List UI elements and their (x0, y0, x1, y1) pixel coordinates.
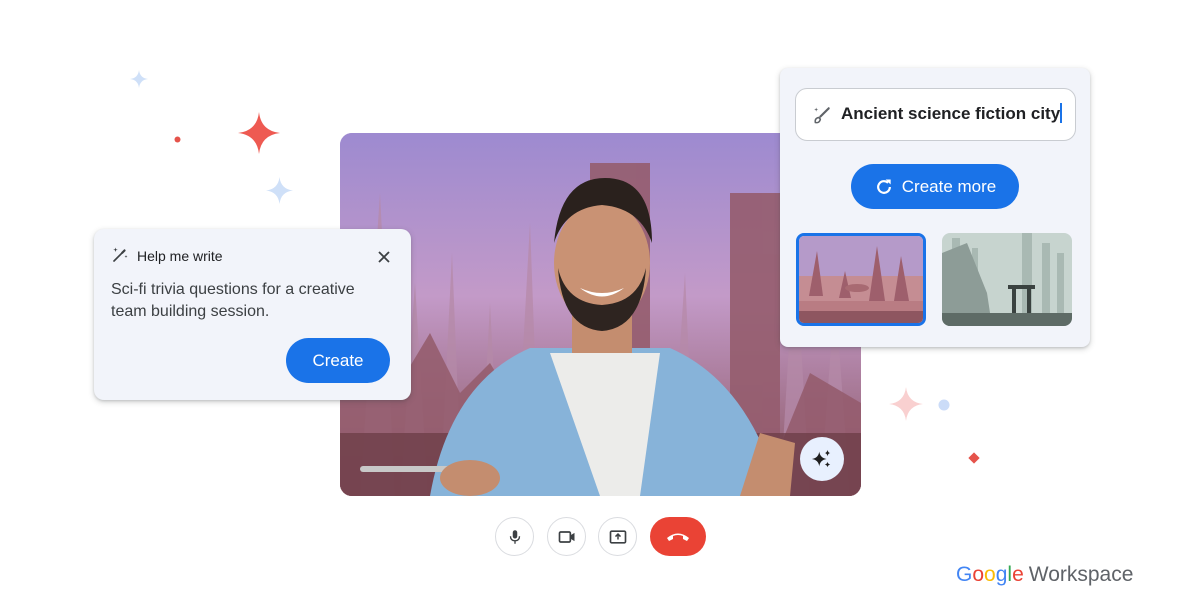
mic-icon (509, 529, 520, 544)
image-prompt-input[interactable]: Ancient science fiction city (795, 88, 1076, 141)
end-call-button[interactable] (650, 517, 706, 556)
refresh-icon (876, 179, 891, 194)
sparkle-pink-icon (889, 387, 923, 421)
dot-red-icon (174, 136, 181, 143)
magic-pen-icon (111, 246, 129, 264)
sparkle-red-large-icon (238, 112, 280, 154)
image-generation-card: Ancient science fiction city Create more (780, 68, 1090, 347)
image-prompt-value: Ancient science fiction city (841, 104, 1061, 123)
magic-brush-icon (812, 105, 832, 125)
generated-image-thumbnail[interactable] (942, 233, 1072, 326)
present-screen-icon (609, 529, 626, 544)
google-workspace-logo: Google Workspace (956, 563, 1133, 587)
workspace-wordmark: Workspace (1028, 563, 1134, 586)
help-me-write-card: Help me write Sci-fi trivia questions fo… (94, 229, 411, 400)
close-icon (378, 251, 390, 263)
dot-blue-icon (938, 399, 950, 411)
close-button[interactable] (374, 247, 394, 267)
sparkle-blue-medium-icon (266, 177, 293, 204)
logo-letter: o (972, 563, 985, 586)
present-screen-button[interactable] (598, 517, 637, 556)
help-me-write-prompt-text[interactable]: Sci-fi trivia questions for a creative t… (111, 279, 381, 323)
camera-button[interactable] (547, 517, 586, 556)
create-more-label: Create more (901, 176, 997, 196)
microphone-button[interactable] (495, 517, 534, 556)
logo-letter: e (1012, 563, 1024, 586)
diamond-red-icon (967, 451, 981, 465)
sparkle-effects-icon (811, 449, 831, 468)
video-camera-icon (558, 530, 574, 543)
logo-letter: o (984, 563, 996, 586)
visual-effects-button[interactable] (800, 437, 844, 481)
sparkle-blue-small-icon (130, 70, 148, 88)
logo-letter: G (956, 563, 973, 586)
generated-image-thumbnail-selected[interactable] (796, 233, 926, 326)
hang-up-icon (667, 533, 689, 541)
text-caret (1060, 103, 1063, 123)
create-more-button[interactable]: Create more (851, 164, 1019, 209)
create-button[interactable]: Create (286, 338, 390, 383)
logo-letter: g (995, 563, 1008, 586)
help-me-write-title: Help me write (137, 248, 223, 264)
